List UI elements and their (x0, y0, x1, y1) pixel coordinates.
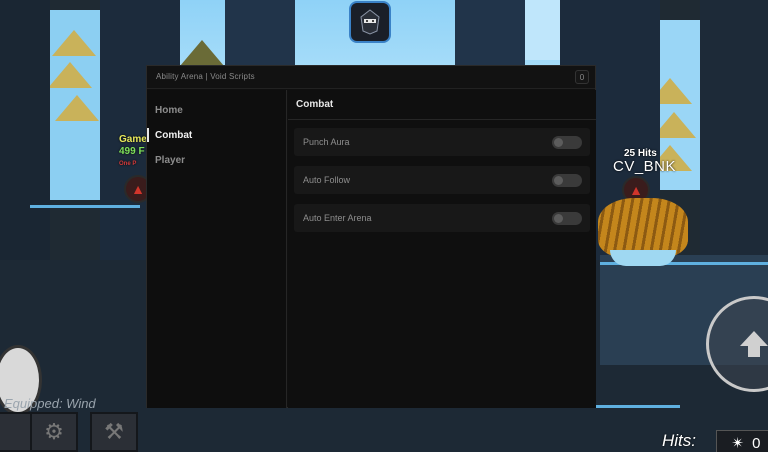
window-title: Ability Arena | Void Scripts (156, 72, 255, 81)
tree (48, 62, 92, 88)
auto-follow-toggle[interactable] (552, 174, 582, 187)
tree (52, 30, 96, 56)
sidebar: Home Combat Player (147, 90, 287, 408)
player-avatar-hair (598, 198, 688, 258)
settings-gear-icon[interactable]: ⚙ (30, 412, 78, 452)
toggle-label: Auto Enter Arena (303, 213, 372, 223)
hits-label: Hits: (662, 431, 696, 450)
rail (30, 205, 140, 208)
toggle-row-auto-follow[interactable]: Auto Follow (294, 166, 590, 194)
rail (590, 405, 680, 408)
hits-value: 0 (752, 434, 761, 452)
sidebar-item-combat[interactable]: Combat (147, 125, 287, 145)
combat-panel: Combat Punch Aura Auto Follow Auto Enter… (288, 90, 596, 408)
wall (225, 0, 295, 70)
jump-arrow-icon (740, 331, 768, 357)
toggle-knob (554, 138, 563, 147)
toggle-row-auto-enter-arena[interactable]: Auto Enter Arena (294, 204, 590, 232)
equipped-label: Equipped: Wind (4, 396, 96, 411)
script-window: Ability Arena | Void Scripts 0 Home Comb… (146, 65, 596, 408)
sidebar-item-player[interactable]: Player (147, 150, 287, 170)
toggle-knob (554, 214, 563, 223)
sidebar-item-home[interactable]: Home (147, 100, 287, 120)
hammer-icon[interactable]: ⚒ (90, 412, 138, 452)
punch-aura-toggle[interactable] (552, 136, 582, 149)
toggle-knob (554, 176, 563, 185)
page-title: Combat (288, 90, 596, 120)
auto-enter-arena-toggle[interactable] (552, 212, 582, 225)
sky (522, 0, 562, 60)
wall (455, 0, 525, 70)
close-button[interactable]: 0 (575, 70, 589, 84)
hits-counter: ✴ 0 (716, 430, 768, 452)
hits-icon: ✴ (731, 435, 745, 452)
tree (55, 95, 99, 121)
toggle-label: Punch Aura (303, 137, 350, 147)
player-avatar-head (610, 250, 676, 266)
ninja-icon[interactable] (349, 1, 391, 43)
window-titlebar[interactable]: Ability Arena | Void Scripts 0 (147, 66, 595, 89)
player-name: CV_BNK (613, 158, 677, 175)
hotbar-slot[interactable] (0, 412, 32, 452)
tree (180, 40, 224, 66)
toggle-row-punch-aura[interactable]: Punch Aura (294, 128, 590, 156)
toggle-label: Auto Follow (303, 175, 351, 185)
